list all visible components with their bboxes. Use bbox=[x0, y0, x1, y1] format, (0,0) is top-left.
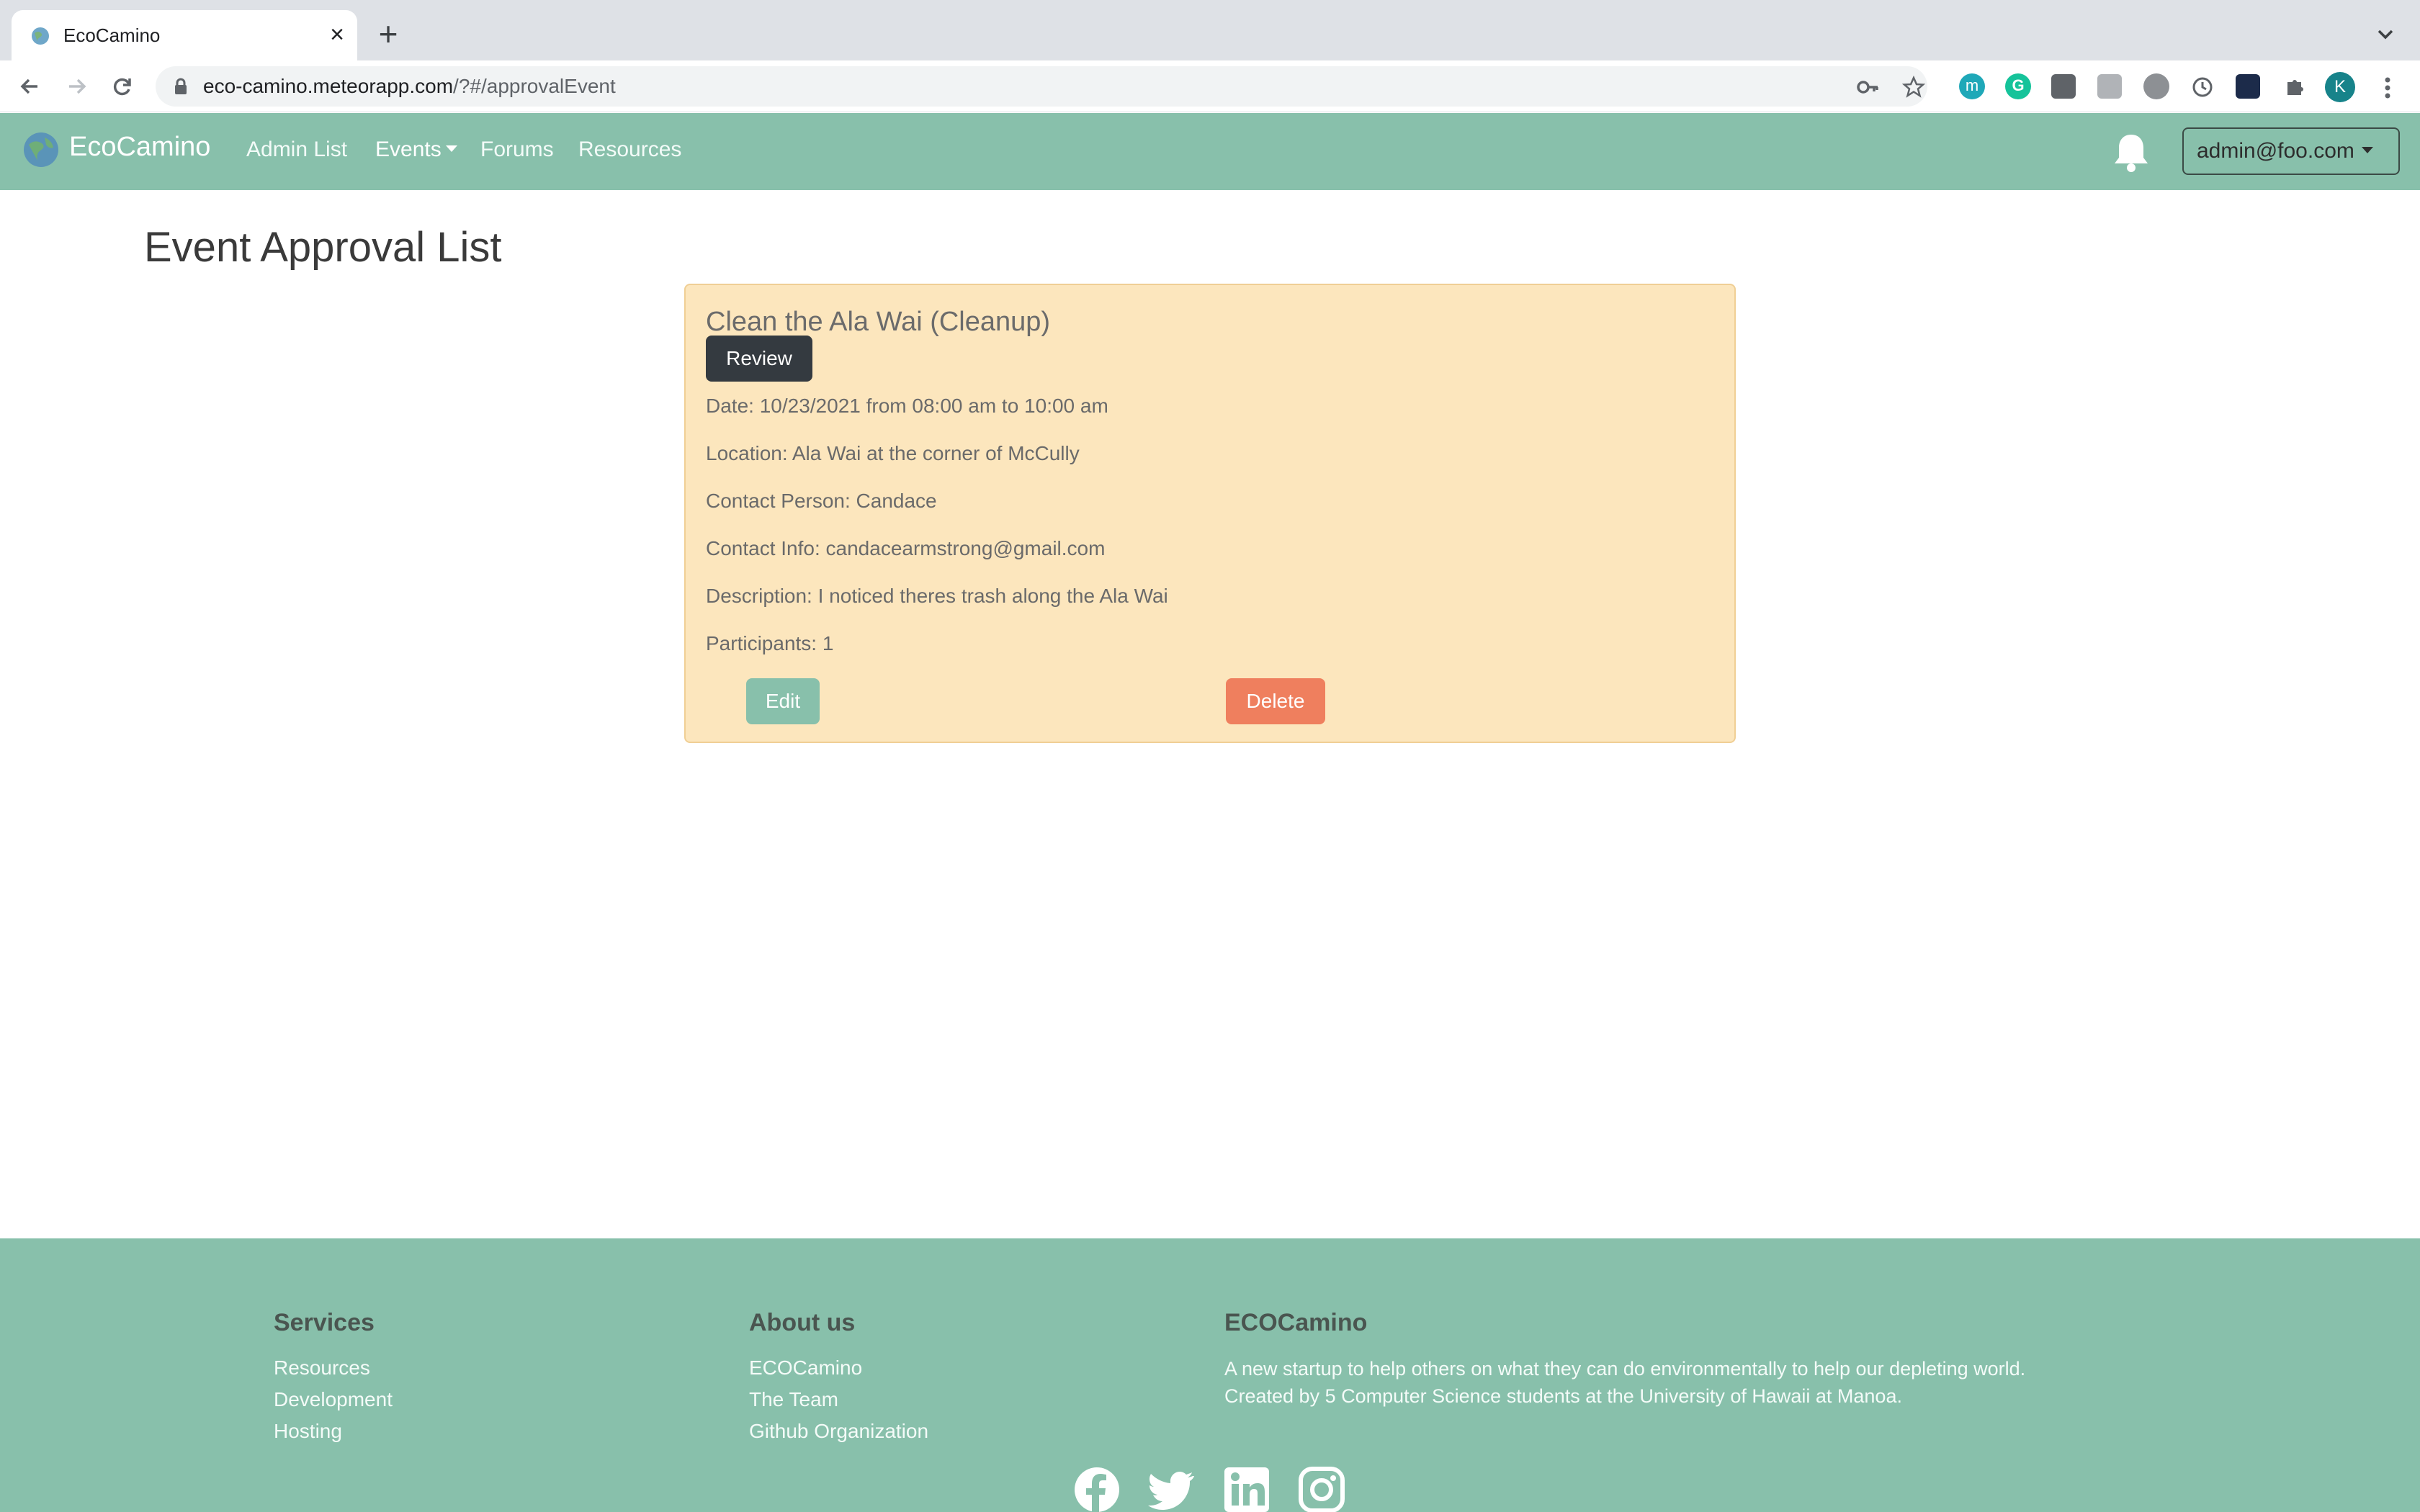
url-text[interactable]: eco-camino.meteorapp.com/?#/approvalEven… bbox=[203, 75, 616, 98]
puzzle-extensions-icon[interactable] bbox=[2282, 73, 2308, 99]
globe-favicon-icon bbox=[32, 27, 49, 45]
chevron-down-icon bbox=[445, 145, 457, 152]
ecocamino-logo-icon[interactable] bbox=[22, 130, 60, 169]
event-description: Description: I noticed theres trash alon… bbox=[706, 585, 1168, 607]
event-contact-person: Contact Person: Candace bbox=[706, 490, 937, 512]
browser-tab[interactable]: EcoCamino × bbox=[12, 10, 357, 60]
footer-eco-heading: ECOCamino bbox=[1224, 1309, 1368, 1336]
event-title: Clean the Ala Wai (Cleanup) bbox=[706, 307, 1051, 337]
event-date: Date: 10/23/2021 from 08:00 am to 10:00 … bbox=[706, 395, 1108, 417]
tab-close-icon[interactable]: × bbox=[323, 20, 351, 49]
notification-bell-icon[interactable] bbox=[2110, 130, 2152, 175]
event-participants: Participants: 1 bbox=[706, 632, 834, 654]
tab-title: EcoCamino bbox=[63, 24, 161, 46]
footer-description: A new startup to help others on what the… bbox=[1224, 1355, 2233, 1410]
extension-grey-icon[interactable] bbox=[2097, 74, 2122, 99]
new-tab-icon[interactable]: + bbox=[372, 17, 405, 50]
browser-menu-icon[interactable] bbox=[2377, 73, 2398, 102]
nav-resources[interactable]: Resources bbox=[578, 138, 681, 162]
footer-description-line1: A new startup to help others on what the… bbox=[1224, 1358, 2026, 1380]
extension-m-icon[interactable]: m bbox=[1959, 73, 1985, 99]
edit-button[interactable]: Edit bbox=[746, 678, 820, 724]
back-arrow-icon[interactable] bbox=[16, 72, 45, 101]
event-location: Location: Ala Wai at the corner of McCul… bbox=[706, 442, 1080, 464]
nav-forums[interactable]: Forums bbox=[480, 138, 554, 162]
browser-toolbar: eco-camino.meteorapp.com/?#/approvalEven… bbox=[0, 60, 2420, 112]
user-menu-button[interactable]: admin@foo.com bbox=[2182, 127, 2400, 175]
browser-tab-strip: EcoCamino × + bbox=[0, 0, 2420, 60]
footer-description-line2: Created by 5 Computer Science students a… bbox=[1224, 1385, 1902, 1407]
footer-link-hosting[interactable]: Hosting bbox=[274, 1420, 342, 1443]
brand-name[interactable]: EcoCamino bbox=[69, 132, 210, 163]
nav-events-dropdown[interactable]: Events bbox=[375, 138, 457, 162]
grammarly-icon[interactable]: G bbox=[2005, 73, 2031, 99]
key-icon[interactable] bbox=[1855, 75, 1880, 99]
footer-link-development[interactable]: Development bbox=[274, 1388, 393, 1411]
delete-button[interactable]: Delete bbox=[1226, 678, 1325, 724]
site-footer: Services Resources Development Hosting A… bbox=[0, 1238, 2420, 1512]
address-bar[interactable]: eco-camino.meteorapp.com/?#/approvalEven… bbox=[156, 66, 1927, 107]
footer-link-team[interactable]: The Team bbox=[749, 1388, 838, 1411]
twitter-icon[interactable] bbox=[1148, 1466, 1196, 1512]
page-title: Event Approval List bbox=[144, 224, 502, 271]
event-card: Clean the Ala Wai (Cleanup) Review Date:… bbox=[684, 284, 1736, 743]
nav-events-label: Events bbox=[375, 138, 442, 161]
instagram-icon[interactable] bbox=[1298, 1466, 1345, 1512]
review-button[interactable]: Review bbox=[706, 336, 812, 382]
extension-box-icon[interactable] bbox=[2051, 74, 2076, 99]
nav-admin-list[interactable]: Admin List bbox=[246, 138, 347, 162]
footer-about-heading: About us bbox=[749, 1309, 856, 1336]
footer-link-github[interactable]: Github Organization bbox=[749, 1420, 928, 1443]
reload-icon[interactable] bbox=[108, 72, 137, 101]
footer-link-ecocamino[interactable]: ECOCamino bbox=[749, 1356, 862, 1380]
linkedin-icon[interactable] bbox=[1223, 1466, 1270, 1512]
user-email: admin@foo.com bbox=[2197, 139, 2354, 163]
event-contact-info: Contact Info: candacearmstrong@gmail.com bbox=[706, 537, 1106, 559]
footer-services-heading: Services bbox=[274, 1309, 375, 1336]
tab-search-chevron-icon[interactable] bbox=[2371, 20, 2400, 49]
url-path: /?#/approvalEvent bbox=[453, 75, 616, 97]
lock-icon[interactable] bbox=[173, 78, 189, 95]
footer-link-resources[interactable]: Resources bbox=[274, 1356, 370, 1380]
facebook-icon[interactable] bbox=[1073, 1466, 1121, 1512]
extension-helmet-icon[interactable] bbox=[2143, 73, 2169, 99]
url-host: eco-camino.meteorapp.com bbox=[203, 75, 454, 97]
extension-dark-icon[interactable] bbox=[2236, 74, 2260, 99]
chevron-down-icon bbox=[2361, 146, 2373, 153]
alarm-clock-icon[interactable] bbox=[2190, 73, 2215, 99]
forward-arrow-icon[interactable] bbox=[62, 72, 91, 101]
bookmark-star-icon[interactable] bbox=[1901, 75, 1926, 99]
app-navbar: EcoCamino Admin List Events Forums Resou… bbox=[0, 113, 2420, 190]
profile-avatar[interactable]: K bbox=[2325, 72, 2355, 102]
